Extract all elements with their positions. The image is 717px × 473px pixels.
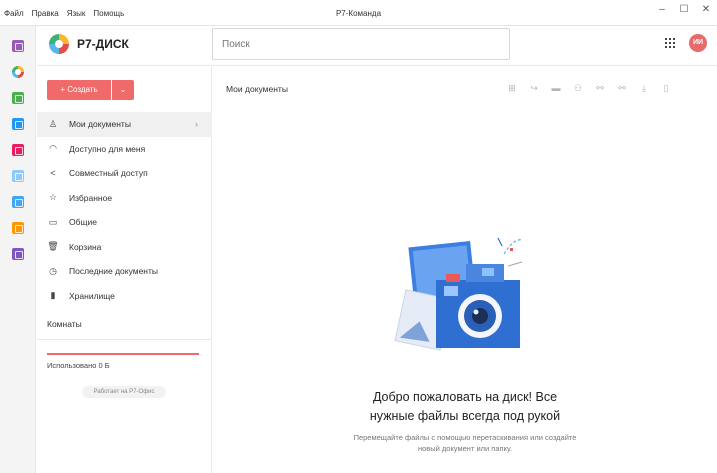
camera-button (446, 274, 460, 282)
new-item-icon[interactable]: ⊞ (501, 79, 523, 97)
menu-help[interactable]: Помощь (93, 9, 124, 18)
calendar-icon[interactable] (12, 222, 24, 234)
sidebar-item-label: Избранное (69, 192, 113, 203)
sidebar-item-my-documents[interactable]: ♙ Мои документы › (37, 112, 212, 137)
storage-icon: ▮ (50, 290, 56, 301)
storage-used-label: Использовано 0 Б (47, 361, 110, 370)
apps-grid-icon[interactable] (665, 38, 675, 48)
avatar[interactable]: ИИ (689, 34, 707, 52)
powered-by-badge[interactable]: Работает на Р7-Офис (82, 386, 166, 398)
brand[interactable]: Р7-ДИСК (49, 34, 129, 54)
trash-icon: 🗑 (47, 241, 59, 252)
menu-file[interactable]: Файл (4, 9, 24, 18)
page-title: Мои документы (226, 84, 288, 94)
sidebar-item-shared-with-me[interactable]: ◠ Доступно для меня (37, 137, 212, 162)
create-dropdown-button[interactable]: ⌄ (112, 80, 134, 100)
empty-state-illustration (394, 237, 523, 351)
camera-flash (444, 286, 458, 296)
storage-quota-bar (47, 353, 199, 355)
sidebar: + Создать ⌄ ♙ Мои документы › ◠ Доступно… (37, 67, 212, 473)
create-button[interactable]: + Создать (47, 80, 111, 100)
minimize-button[interactable]: – (651, 4, 673, 15)
star-icon: ☆ (48, 192, 58, 203)
tasks-icon[interactable] (12, 196, 24, 208)
close-button[interactable]: ✕ (695, 4, 717, 15)
sidebar-item-label: Общие (69, 217, 97, 228)
sidebar-item-label: Совместный доступ (69, 168, 148, 179)
menu-language[interactable]: Язык (67, 9, 86, 18)
delete-icon[interactable]: ▯ (655, 79, 677, 97)
clock-icon: ◷ (49, 265, 57, 276)
download-icon[interactable]: ⤓ (633, 79, 655, 97)
menu-edit[interactable]: Правка (32, 9, 59, 18)
copy-link-icon[interactable]: ⚯ (611, 79, 633, 97)
confetti-dash (497, 237, 503, 247)
chevron-right-icon: › (195, 119, 198, 130)
sidebar-item-favorites[interactable]: ☆ Избранное (37, 186, 212, 211)
confetti-line (507, 261, 523, 267)
create-group: + Создать ⌄ (47, 80, 134, 100)
camera-lens-glint (473, 309, 479, 315)
access-icon[interactable]: ⚇ (567, 79, 589, 97)
confetti-swirl (503, 239, 523, 255)
app-rail (0, 26, 36, 473)
rss-icon: ◠ (49, 143, 57, 154)
sidebar-item-trash[interactable]: 🗑 Корзина (37, 235, 212, 260)
title-bar: Файл Правка Язык Помощь Р7-Команда – ☐ ✕ (0, 0, 717, 26)
notes-icon[interactable] (12, 248, 24, 260)
window-controls: – ☐ ✕ (651, 4, 717, 15)
toolbar-actions: ⊞ ↪ ▬ ⚇ ⚯ ⚯ ⤓ ▯ (501, 79, 677, 97)
move-folder-icon[interactable]: ▬ (545, 79, 567, 97)
sidebar-item-label: Мои документы (69, 119, 131, 130)
projects-icon[interactable] (12, 144, 24, 156)
welcome-text: Перемещайте файлы с помощью перетаскиван… (353, 433, 577, 453)
spreadsheet-icon[interactable] (12, 92, 24, 104)
sidebar-item-shared-access[interactable]: < Совместный доступ (37, 161, 212, 186)
menu-bar: Файл Правка Язык Помощь (4, 9, 124, 18)
share-arrow-icon[interactable]: ↪ (523, 79, 545, 97)
brand-name: Р7-ДИСК (77, 37, 129, 51)
welcome-heading: Добро пожаловать на диск! Все нужные фай… (213, 388, 717, 426)
contacts-icon[interactable] (12, 170, 24, 182)
link-icon[interactable]: ⚯ (589, 79, 611, 97)
main-content: Мои документы ⊞ ↪ ▬ ⚇ ⚯ ⚯ ⤓ ▯ Добро пожа… (213, 67, 717, 473)
logo-icon (49, 34, 69, 54)
share-icon: < (50, 168, 56, 179)
chat-icon[interactable] (12, 40, 24, 52)
confetti-dot (510, 248, 513, 251)
disk-icon[interactable] (12, 66, 24, 78)
app-header: Р7-ДИСК ИИ (37, 26, 717, 66)
sidebar-item-recent[interactable]: ◷ Последние документы (37, 259, 212, 284)
camera-viewfinder (482, 268, 494, 276)
divider (37, 339, 212, 340)
sidebar-nav: ♙ Мои документы › ◠ Доступно для меня < … (37, 112, 212, 308)
welcome-title-line2: нужные файлы всегда под рукой (369, 409, 561, 423)
folder-icon: ▭ (48, 216, 58, 227)
sidebar-item-storage[interactable]: ▮ Хранилище (37, 284, 212, 309)
maximize-button[interactable]: ☐ (673, 4, 695, 15)
sidebar-item-rooms[interactable]: Комнаты (47, 319, 82, 329)
sidebar-item-label: Корзина (69, 241, 102, 252)
sidebar-item-label: Хранилище (69, 290, 115, 301)
sidebar-item-label: Последние документы (69, 266, 159, 277)
mail-icon[interactable] (12, 118, 24, 130)
sidebar-item-label: Доступно для меня (69, 143, 146, 154)
welcome-title-line1: Добро пожаловать на диск! Все (372, 390, 558, 404)
sidebar-item-common[interactable]: ▭ Общие (37, 210, 212, 235)
search-input[interactable] (212, 28, 510, 60)
person-icon: ♙ (48, 118, 58, 129)
